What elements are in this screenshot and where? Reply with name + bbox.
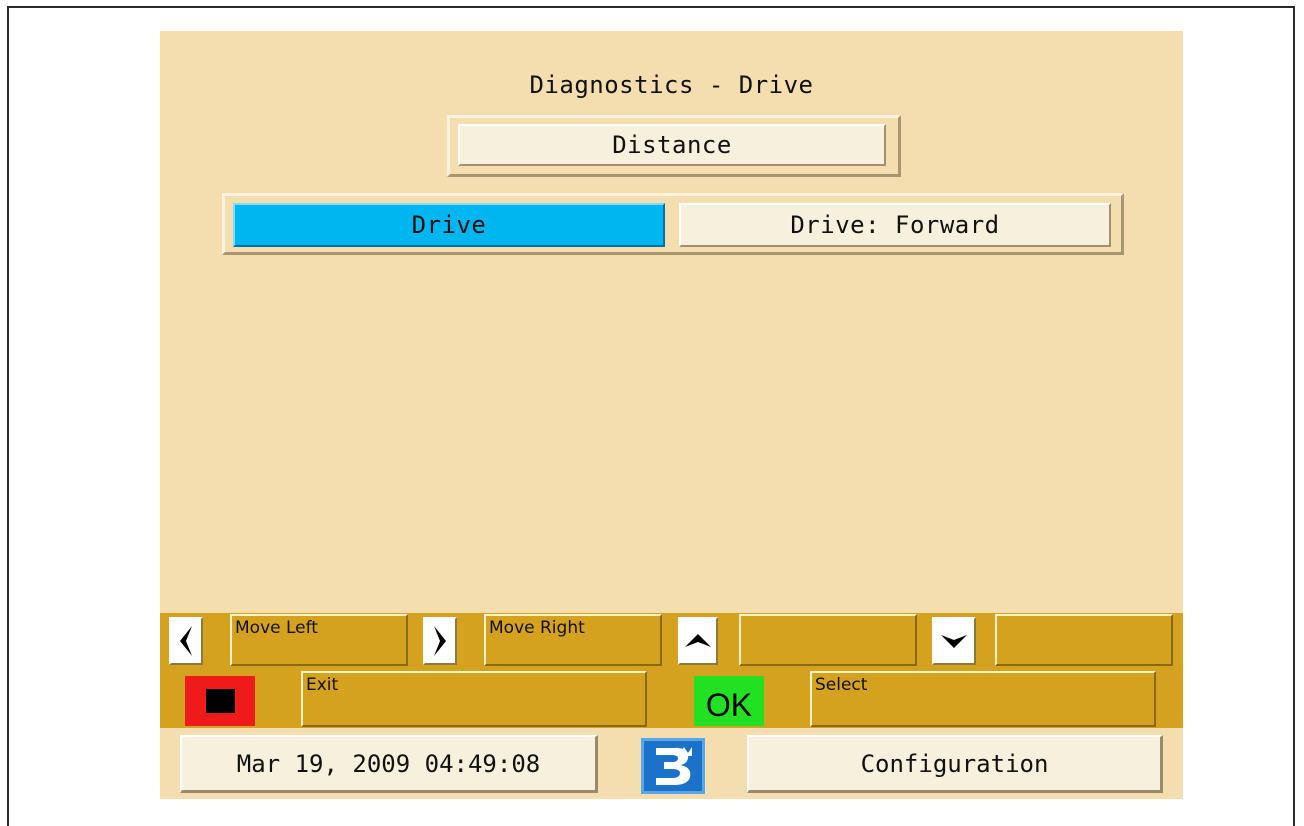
ok-button[interactable]: OK [694, 676, 764, 726]
arrow-up-icon [685, 634, 711, 647]
brand-logo[interactable] [641, 738, 705, 794]
stop-icon [205, 689, 235, 713]
distance-panel: Distance [447, 115, 901, 177]
datetime-display: Mar 19, 2009 04:49:08 [180, 735, 598, 793]
exit-button[interactable] [185, 676, 255, 726]
page-title: Diagnostics - Drive [529, 71, 814, 99]
drive-forward-value[interactable]: Drive: Forward [679, 203, 1111, 247]
diagnostics-screen: Diagnostics - Drive Distance Drive Drive… [160, 31, 1183, 799]
move-down-label [995, 614, 1173, 666]
arrow-left-icon [180, 626, 192, 656]
drive-row-panel: Drive Drive: Forward [222, 193, 1124, 255]
move-right-label: Move Right [484, 614, 662, 666]
move-right-key[interactable] [423, 617, 457, 665]
configuration-button[interactable]: Configuration [747, 735, 1163, 793]
arrow-down-icon [941, 635, 967, 648]
exit-label: Exit [301, 671, 647, 727]
move-up-label [739, 614, 917, 666]
distance-button[interactable]: Distance [458, 124, 886, 166]
brand-logo-icon [656, 747, 692, 785]
select-label: Select [810, 671, 1156, 727]
move-left-label: Move Left [230, 614, 408, 666]
move-up-key[interactable] [678, 617, 718, 665]
arrow-right-icon [434, 626, 446, 656]
move-left-key[interactable] [169, 617, 203, 665]
move-down-key[interactable] [932, 617, 976, 665]
drive-selector-button[interactable]: Drive [233, 203, 665, 247]
